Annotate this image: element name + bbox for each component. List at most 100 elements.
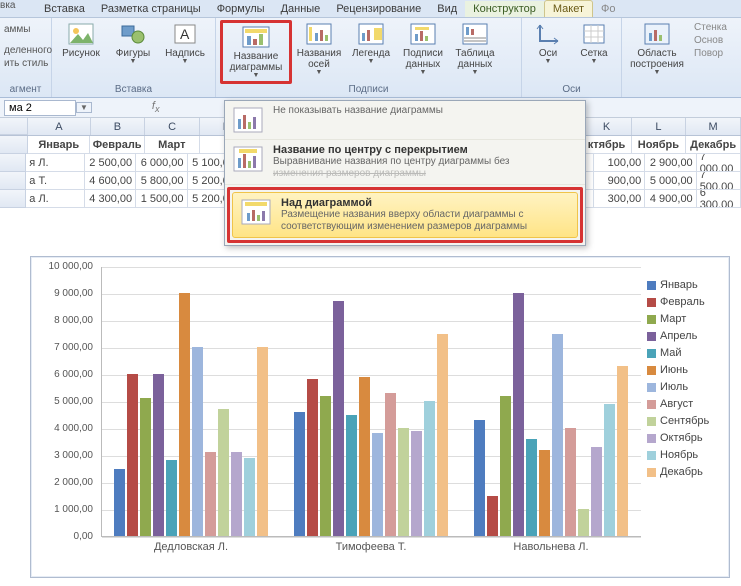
legend-item[interactable]: Ноябрь xyxy=(647,449,721,461)
chart-wall-button[interactable]: Стенка xyxy=(690,22,727,33)
data-cell[interactable]: 4 900,00 xyxy=(645,190,696,208)
tab-data[interactable]: Данные xyxy=(273,1,329,17)
column-header[interactable]: A xyxy=(28,118,90,135)
tab-view[interactable]: Вид xyxy=(429,1,465,17)
legend-item[interactable]: Август xyxy=(647,398,721,410)
chart-title-button[interactable]: Название диаграммы▼ xyxy=(220,20,292,84)
bar[interactable] xyxy=(307,379,318,536)
tab-design[interactable]: Конструктор xyxy=(465,1,544,17)
row-header[interactable] xyxy=(0,136,28,154)
bar[interactable] xyxy=(617,366,628,536)
shapes-button[interactable]: Фигуры▼ xyxy=(108,20,158,67)
tab-page-layout[interactable]: Разметка страницы xyxy=(93,1,209,17)
data-cell[interactable]: 6 000,00 xyxy=(136,154,187,172)
legend-item[interactable]: Май xyxy=(647,347,721,359)
data-cell[interactable]: 7 000,00 xyxy=(697,154,741,172)
legend-item[interactable]: Декабрь xyxy=(647,466,721,478)
data-cell[interactable]: а Т. xyxy=(26,172,84,190)
bar[interactable] xyxy=(192,347,203,536)
plot-area[interactable] xyxy=(101,267,641,537)
data-cell[interactable]: 4 600,00 xyxy=(85,172,136,190)
legend-item[interactable]: Сентябрь xyxy=(647,415,721,427)
data-table-button[interactable]: Таблица данных▼ xyxy=(450,20,500,78)
data-cell[interactable]: 5 800,00 xyxy=(136,172,187,190)
data-cell[interactable]: а Л. xyxy=(26,190,84,208)
bar[interactable] xyxy=(526,439,537,536)
data-cell[interactable]: 1 500,00 xyxy=(136,190,187,208)
bar[interactable] xyxy=(205,452,216,536)
gridlines-button[interactable]: Сетка▼ xyxy=(572,20,616,67)
legend-item[interactable]: Февраль xyxy=(647,296,721,308)
bar[interactable] xyxy=(179,293,190,536)
axes-button[interactable]: Оси▼ xyxy=(526,20,570,67)
tab-format-partial[interactable]: Фо xyxy=(593,1,623,17)
data-cell[interactable]: 4 300,00 xyxy=(85,190,136,208)
legend-item[interactable]: Апрель xyxy=(647,330,721,342)
column-header[interactable]: M xyxy=(686,118,741,135)
bar[interactable] xyxy=(372,433,383,536)
column-header[interactable]: C xyxy=(145,118,200,135)
picture-button[interactable]: Рисунок xyxy=(56,20,106,61)
data-cell[interactable]: 2 900,00 xyxy=(645,154,696,172)
chart-title-option-overlay[interactable]: Название по центру с перекрытием Выравни… xyxy=(225,140,585,185)
data-cell[interactable]: 2 500,00 xyxy=(85,154,136,172)
data-cell[interactable]: 300,00 xyxy=(594,190,645,208)
bar[interactable] xyxy=(114,469,125,537)
name-box[interactable] xyxy=(4,100,76,116)
bar[interactable] xyxy=(320,396,331,536)
data-cell[interactable]: 900,00 xyxy=(594,172,645,190)
bar[interactable] xyxy=(411,431,422,536)
bar[interactable] xyxy=(231,452,242,536)
header-cell[interactable]: Декабрь xyxy=(686,136,741,154)
select-all-corner[interactable] xyxy=(0,118,28,135)
column-header[interactable]: B xyxy=(91,118,146,135)
fx-icon[interactable]: fx xyxy=(152,100,160,114)
tab-review[interactable]: Рецензирование xyxy=(328,1,429,17)
data-cell[interactable]: 100,00 xyxy=(594,154,645,172)
header-cell[interactable]: ктябрь xyxy=(582,136,631,154)
textbox-button[interactable]: A Надпись▼ xyxy=(160,20,210,67)
axis-titles-button[interactable]: Названия осей▼ xyxy=(294,20,344,78)
legend-item[interactable]: Январь xyxy=(647,279,721,291)
bar[interactable] xyxy=(244,458,255,536)
data-cell[interactable]: 6 300,00 xyxy=(697,190,741,208)
header-cell[interactable]: Январь xyxy=(28,136,90,154)
bar[interactable] xyxy=(359,377,370,536)
bar[interactable] xyxy=(591,447,602,536)
row-header[interactable] xyxy=(0,190,26,208)
bar[interactable] xyxy=(539,450,550,536)
row-header[interactable] xyxy=(0,154,26,172)
bar[interactable] xyxy=(257,347,268,536)
legend-item[interactable]: Июнь xyxy=(647,364,721,376)
data-labels-button[interactable]: Подписи данных▼ xyxy=(398,20,448,78)
bar[interactable] xyxy=(565,428,576,536)
namebox-dropdown-icon[interactable]: ▼ xyxy=(76,102,92,113)
data-cell[interactable]: 5 000,00 xyxy=(645,172,696,190)
data-cell[interactable]: 7 500,00 xyxy=(697,172,741,190)
bar[interactable] xyxy=(294,412,305,536)
plot-area-button[interactable]: Область построения▼ xyxy=(626,20,688,78)
bar[interactable] xyxy=(385,393,396,536)
bar[interactable] xyxy=(218,409,229,536)
bar[interactable] xyxy=(398,428,409,536)
bar[interactable] xyxy=(500,396,511,536)
chart-floor-button[interactable]: Основ xyxy=(690,35,727,46)
bar[interactable] xyxy=(424,401,435,536)
header-cell[interactable]: Ноябрь xyxy=(632,136,687,154)
bar[interactable] xyxy=(578,509,589,536)
column-header[interactable]: L xyxy=(632,118,687,135)
tab-insert[interactable]: Вставка xyxy=(36,1,93,17)
legend-item[interactable]: Июль xyxy=(647,381,721,393)
chart-title-option-none[interactable]: Не показывать название диаграммы xyxy=(225,101,585,140)
legend-item[interactable]: Март xyxy=(647,313,721,325)
chart-legend[interactable]: Январь Февраль Март Апрель Май Июнь Июль Август… xyxy=(647,279,721,483)
legend-item[interactable]: Октябрь xyxy=(647,432,721,444)
bar[interactable] xyxy=(127,374,138,536)
header-cell[interactable]: Февраль xyxy=(90,136,145,154)
bar[interactable] xyxy=(474,420,485,536)
bar[interactable] xyxy=(153,374,164,536)
column-header[interactable]: K xyxy=(583,118,632,135)
data-cell[interactable]: я Л. xyxy=(26,154,84,172)
bar[interactable] xyxy=(166,460,177,536)
rotation-button[interactable]: Повор xyxy=(690,48,727,59)
